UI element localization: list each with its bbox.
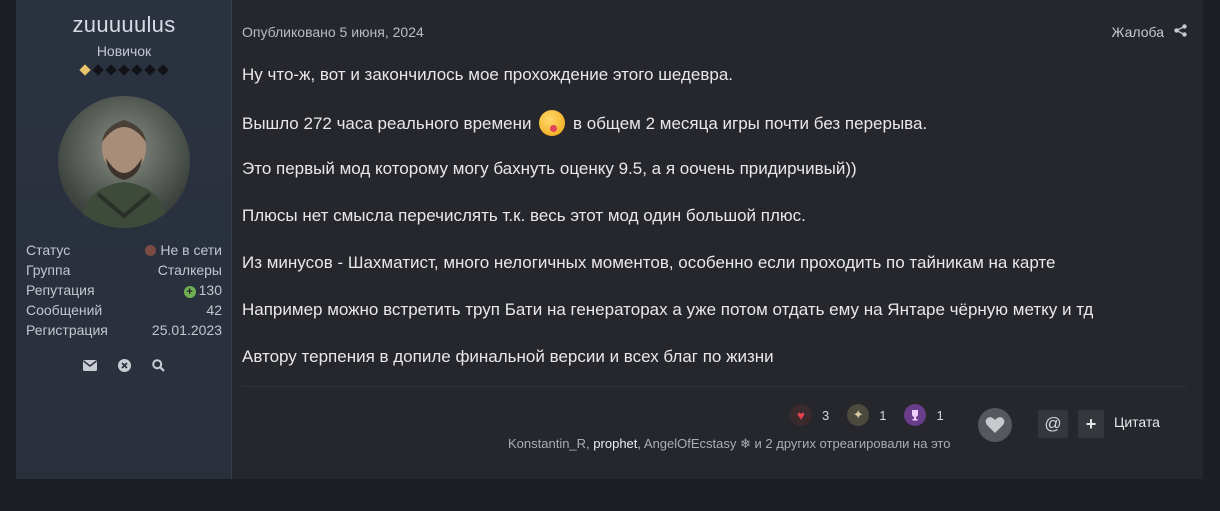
rank-pip bbox=[118, 64, 130, 76]
tank-icon: ✦ bbox=[847, 404, 870, 426]
reaction-count: 1 bbox=[879, 407, 887, 423]
report-area: Жалоба bbox=[1112, 24, 1187, 40]
stat-value: 130 bbox=[198, 282, 222, 298]
rank-pip bbox=[92, 64, 104, 76]
multiquote-button[interactable]: + bbox=[1078, 410, 1104, 438]
author-rank: Новичок bbox=[96, 43, 152, 59]
share-icon[interactable] bbox=[1174, 24, 1187, 40]
reaction-trophy[interactable]: 1 bbox=[904, 404, 944, 426]
stat-value: Сталкеры bbox=[157, 262, 222, 278]
stat-label: Группа bbox=[26, 262, 71, 278]
reacted-by: Konstantin_R, prophet, AngelOfEcstasy ❄ … bbox=[508, 436, 950, 452]
post-paragraph: Например можно встретить труп Бати на ге… bbox=[242, 300, 1094, 319]
post-paragraph: Вышло 272 часа реального времени в общем… bbox=[242, 110, 1162, 157]
author-stats: Статус Не в сети Группа Сталкеры Репутац… bbox=[26, 240, 222, 340]
stat-label: Регистрация bbox=[26, 322, 108, 338]
heart-icon: ♥ bbox=[790, 404, 812, 426]
report-link[interactable]: Жалоба bbox=[1112, 24, 1164, 40]
reacted-rest[interactable]: и 2 других отреагировали на это bbox=[751, 436, 951, 451]
forum-post: zuuuuulus Новичок Статус Не в сети Групп… bbox=[16, 0, 1203, 479]
reacted-user-link[interactable]: AngelOfEcstasy bbox=[644, 436, 737, 451]
post-paragraph: Плюсы нет смысла перечислять т.к. весь э… bbox=[242, 206, 806, 225]
reacted-user-link[interactable]: prophet bbox=[593, 436, 637, 451]
stat-value-wrap: +130 bbox=[183, 280, 222, 300]
block-icon[interactable] bbox=[117, 358, 131, 372]
stat-posts: Сообщений 42 bbox=[26, 300, 222, 320]
reaction-count: 3 bbox=[822, 407, 830, 423]
plus-circle-icon: + bbox=[183, 286, 196, 298]
rank-pip bbox=[105, 64, 117, 76]
post-text: Вышло 272 часа реального времени bbox=[242, 114, 532, 133]
reaction-heart[interactable]: ♥ 3 bbox=[790, 404, 829, 426]
post-date[interactable]: Опубликовано 5 июня, 2024 bbox=[242, 24, 424, 40]
post-paragraph: Из минусов - Шахматист, много нелогичных… bbox=[242, 253, 1056, 272]
reaction-summary: ♥ 3 ✦ 1 1 bbox=[790, 404, 944, 426]
stat-value-wrap: Не в сети bbox=[145, 240, 222, 260]
avatar[interactable] bbox=[58, 96, 190, 228]
reaction-tank[interactable]: ✦ 1 bbox=[847, 404, 886, 426]
post-paragraph: Ну что-ж, вот и закончилось мое прохожде… bbox=[242, 65, 733, 84]
stat-reputation: Репутация +130 bbox=[26, 280, 222, 300]
stat-label: Сообщений bbox=[26, 302, 103, 318]
search-icon[interactable] bbox=[151, 358, 165, 372]
snowflake-icon: ❄ bbox=[740, 436, 751, 451]
zany-face-emoji-icon bbox=[539, 110, 566, 136]
rank-pip bbox=[131, 64, 143, 76]
react-button[interactable] bbox=[978, 408, 1012, 442]
rank-pip bbox=[157, 64, 169, 76]
rank-pip bbox=[144, 64, 156, 76]
post-content: Опубликовано 5 июня, 2024 Жалоба Ну что-… bbox=[232, 0, 1203, 479]
stat-status: Статус Не в сети bbox=[26, 240, 222, 260]
stat-joined: Регистрация 25.01.2023 bbox=[26, 320, 222, 340]
rank-pip bbox=[79, 64, 91, 76]
envelope-icon[interactable] bbox=[83, 358, 97, 372]
reaction-count: 1 bbox=[936, 407, 944, 423]
author-username[interactable]: zuuuuulus bbox=[16, 12, 232, 38]
post-paragraph: Это первый мод которому могу бахнуть оце… bbox=[242, 159, 857, 178]
author-panel: zuuuuulus Новичок Статус Не в сети Групп… bbox=[16, 0, 232, 479]
mention-button[interactable]: @ bbox=[1038, 410, 1068, 438]
quote-button[interactable]: Цитата bbox=[1114, 414, 1160, 430]
divider bbox=[242, 386, 1187, 387]
author-actions bbox=[16, 358, 232, 372]
stat-value: 25.01.2023 bbox=[151, 322, 222, 338]
trophy-icon bbox=[904, 404, 927, 426]
post-body: Ну что-ж, вот и закончилось мое прохожде… bbox=[242, 63, 1162, 392]
reacted-user-link[interactable]: Konstantin_R bbox=[508, 436, 586, 451]
offline-dot-icon bbox=[145, 245, 157, 256]
stat-value: Не в сети bbox=[160, 242, 222, 258]
stat-group: Группа Сталкеры bbox=[26, 260, 222, 280]
post-paragraph: Автору терпения в допиле финальной верси… bbox=[242, 347, 774, 366]
stat-label: Репутация bbox=[26, 282, 95, 298]
post-text: в общем 2 месяца игры почти без перерыва… bbox=[572, 114, 928, 133]
stat-value: 42 bbox=[206, 302, 222, 318]
rank-pips bbox=[16, 64, 232, 76]
stat-label: Статус bbox=[26, 242, 71, 258]
